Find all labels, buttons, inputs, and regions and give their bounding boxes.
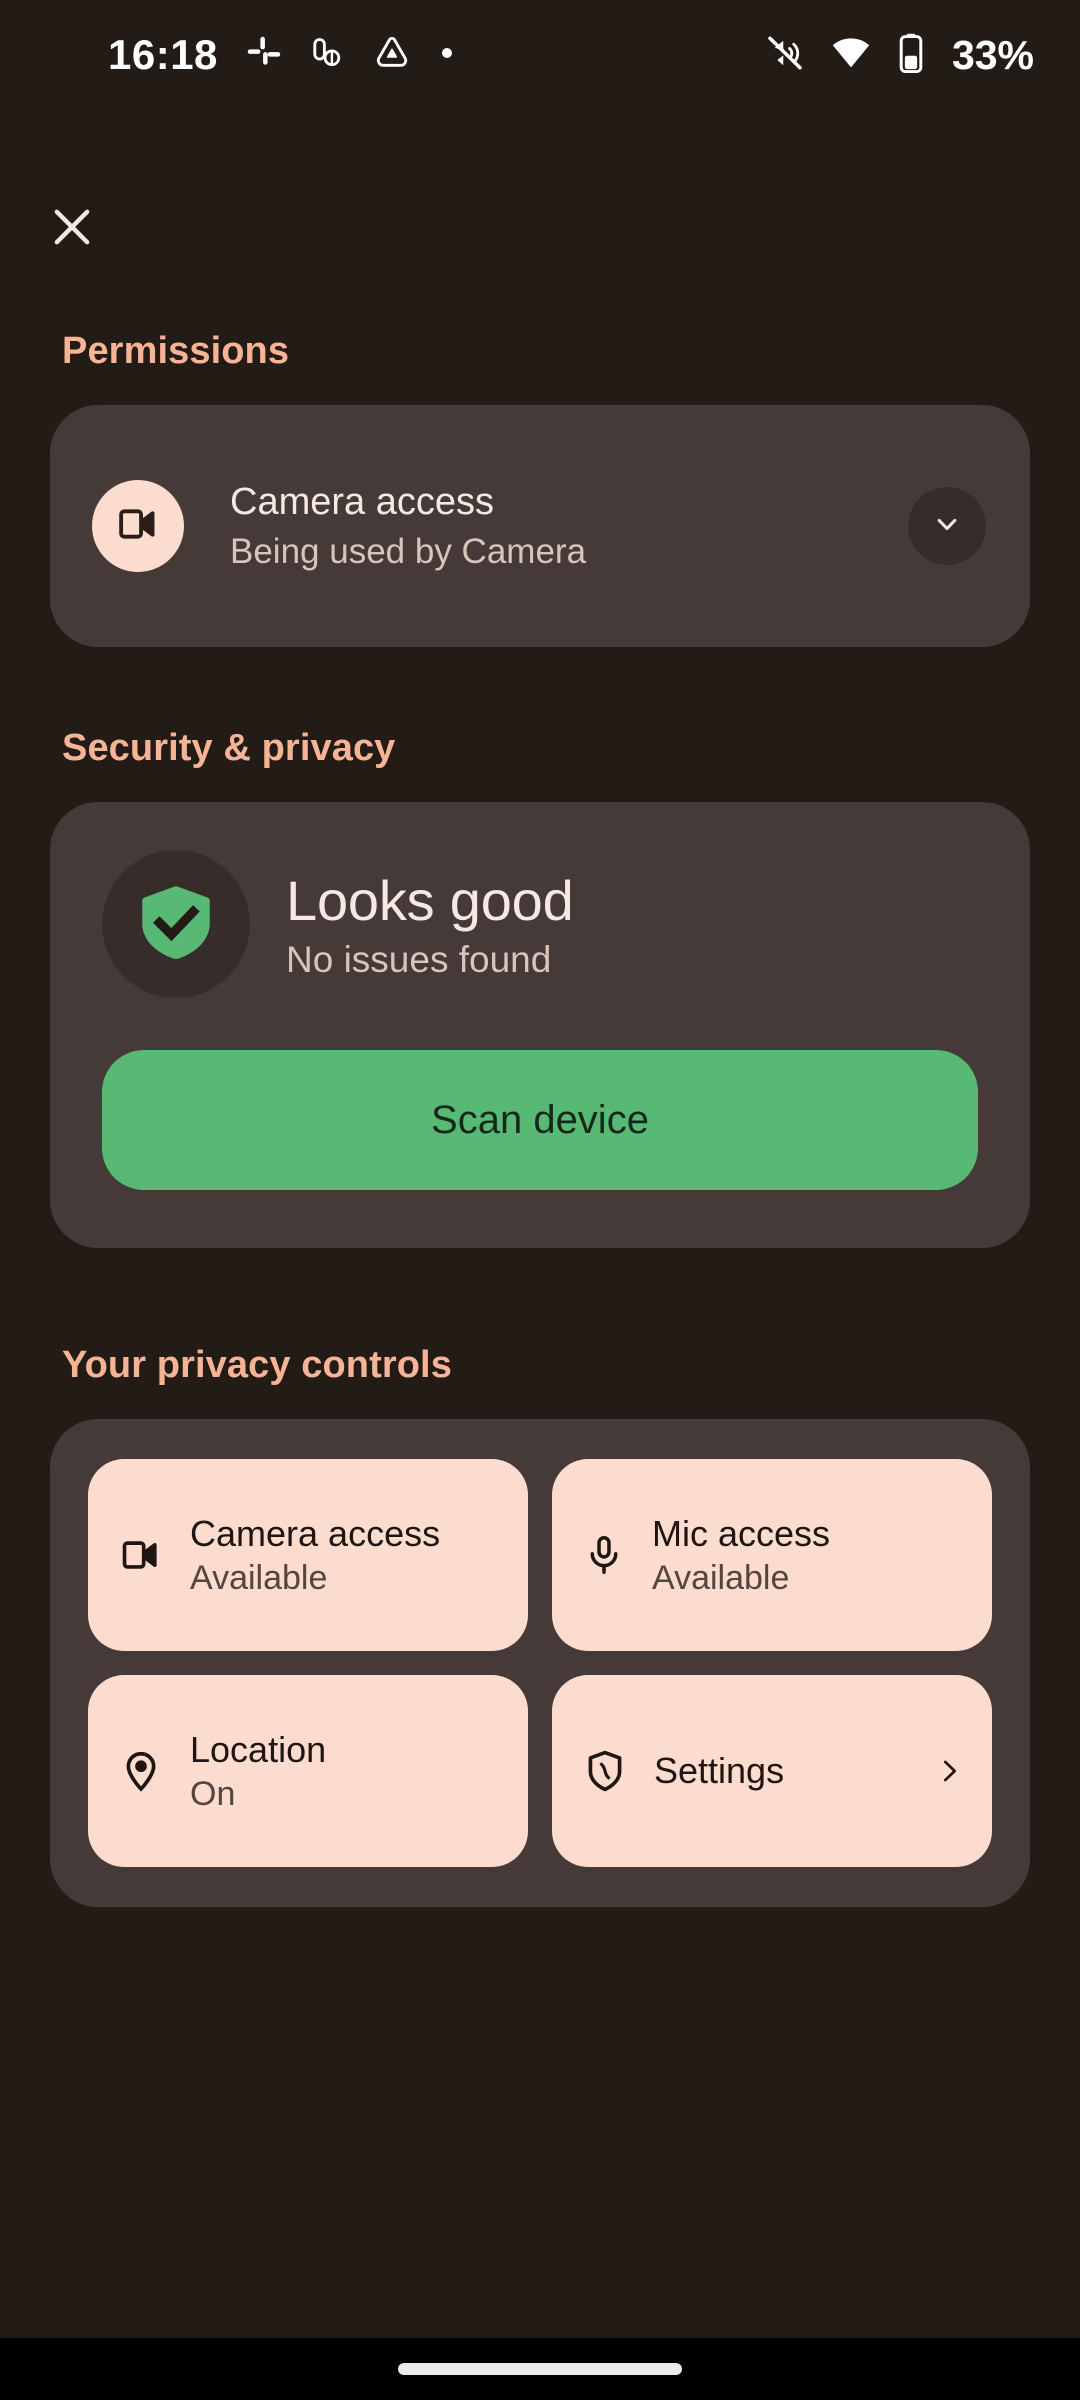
slack-notification-icon — [246, 35, 282, 76]
close-icon — [46, 201, 98, 258]
chevron-down-icon — [930, 507, 964, 546]
camera-icon — [115, 501, 161, 552]
status-bar-left: 16:18 — [108, 31, 456, 79]
security-status-row: Looks good No issues found — [102, 850, 978, 998]
permissions-section-header: Permissions — [62, 330, 290, 372]
phone-screen: 16:18 33% Permissions Camera access Bein… — [0, 0, 1080, 2400]
security-status-text: Looks good No issues found — [286, 868, 574, 981]
camera-access-permission-text: Camera access Being used by Camera — [230, 481, 908, 572]
privacy-tile-mic-title: Mic access — [652, 1512, 831, 1554]
battery-percent-label: 33% — [951, 31, 1034, 78]
privacy-tile-settings-text: Settings — [654, 1750, 932, 1792]
privacy-tile-location-subtitle: On — [190, 1774, 236, 1813]
privacy-tile-location-title: Location — [190, 1728, 327, 1770]
security-section-header: Security & privacy — [62, 727, 396, 769]
battery-icon — [896, 32, 926, 79]
home-gesture-handle[interactable] — [398, 2363, 682, 2375]
camera-access-permission-card[interactable]: Camera access Being used by Camera — [50, 405, 1030, 647]
privacy-tile-mic-subtitle: Available — [652, 1558, 790, 1597]
privacy-tile-mic-access[interactable]: Mic access Available — [552, 1459, 992, 1651]
privacy-tile-settings-title: Settings — [654, 1750, 785, 1791]
privacy-tile-mic-text: Mic access Available — [652, 1513, 966, 1598]
security-status-badge — [102, 850, 250, 998]
shield-check-icon — [130, 876, 222, 973]
security-privacy-section: Security & privacy Looks good No issues … — [0, 727, 1080, 1248]
close-button[interactable] — [28, 185, 116, 273]
camera-icon-badge — [92, 480, 184, 572]
security-status-card: Looks good No issues found Scan device — [50, 802, 1030, 1248]
scan-device-button[interactable]: Scan device — [102, 1050, 978, 1190]
privacy-tile-location[interactable]: Location On — [88, 1675, 528, 1867]
shield-icon — [582, 1748, 628, 1794]
privacy-controls-section-header: Your privacy controls — [62, 1344, 452, 1386]
drive-notification-icon — [374, 35, 410, 76]
status-bar-right: 33% — [764, 32, 1034, 79]
camera-access-permission-subtitle: Being used by Camera — [230, 531, 587, 571]
location-pin-icon — [118, 1748, 164, 1794]
more-notifications-dot-icon — [438, 44, 456, 67]
privacy-tile-camera-access[interactable]: Camera access Available — [88, 1459, 528, 1651]
security-status-title: Looks good — [286, 868, 574, 932]
camera-access-permission-title: Camera access — [230, 480, 494, 523]
privacy-tile-settings[interactable]: Settings — [552, 1675, 992, 1867]
microphone-icon — [582, 1533, 626, 1577]
privacy-controls-card: Camera access Available Mic access Avail… — [50, 1419, 1030, 1907]
status-bar: 16:18 33% — [0, 0, 1080, 110]
privacy-tile-camera-text: Camera access Available — [190, 1513, 502, 1598]
camera-icon — [118, 1532, 164, 1578]
status-bar-clock: 16:18 — [108, 31, 218, 78]
volume-mute-icon — [764, 32, 806, 79]
wifi-icon — [830, 32, 872, 79]
security-status-subtitle: No issues found — [286, 938, 552, 980]
chevron-right-icon — [932, 1754, 966, 1788]
privacy-tile-camera-title: Camera access — [190, 1512, 441, 1554]
privacy-controls-section: Your privacy controls Camera access Avai… — [0, 1344, 1080, 1907]
system-navigation-bar — [0, 2338, 1080, 2400]
permissions-section: Permissions Camera access Being used by … — [0, 330, 1080, 647]
privacy-controls-grid: Camera access Available Mic access Avail… — [88, 1459, 992, 1867]
main-content: Permissions Camera access Being used by … — [0, 330, 1080, 1907]
privacy-tile-location-text: Location On — [190, 1729, 502, 1814]
privacy-tile-camera-subtitle: Available — [190, 1558, 328, 1597]
expand-permission-button[interactable] — [908, 487, 986, 565]
app-notification-icon — [310, 35, 346, 76]
